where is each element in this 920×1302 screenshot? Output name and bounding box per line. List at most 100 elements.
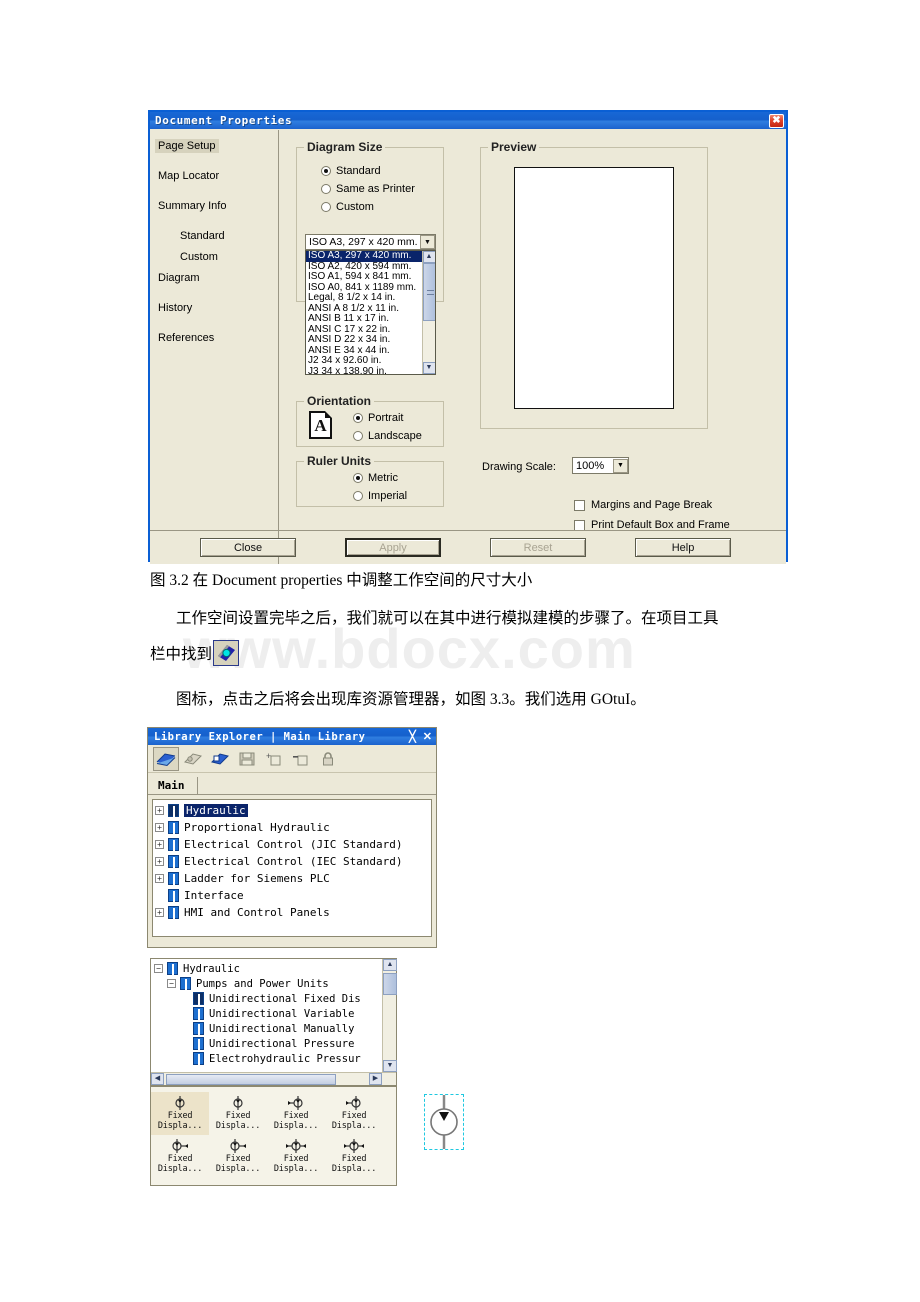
open-library-icon[interactable] xyxy=(153,746,179,771)
library-tree-secondary-rows[interactable]: − Hydraulic − Pumps and Power Units Unidirec… xyxy=(151,959,396,1085)
scroll-down-icon[interactable]: ▼ xyxy=(422,362,435,374)
scroll-left-icon[interactable]: ◀ xyxy=(151,1073,164,1085)
radio-landscape[interactable]: Landscape xyxy=(353,430,422,442)
library-explorer-titlebar[interactable]: Library Explorer | Main Library ╳ ✕ xyxy=(148,728,436,745)
radio-same-as-printer[interactable]: Same as Printer xyxy=(321,183,415,195)
symbol-label-line2: Displa... xyxy=(273,1164,319,1174)
tree-node[interactable]: Unidirectional Variable xyxy=(154,1006,396,1021)
scroll-right-icon[interactable]: ▶ xyxy=(369,1073,382,1085)
library-symbol-grid[interactable]: Fixed Displa... Fixed Displa... Fixed Displa.… xyxy=(150,1086,397,1186)
expand-icon[interactable]: + xyxy=(155,857,164,866)
tree-node[interactable]: + Electrical Control (IEC Standard) xyxy=(155,853,431,870)
reset-button[interactable]: Reset xyxy=(490,538,586,557)
chevron-down-icon[interactable]: ▼ xyxy=(420,235,435,249)
tree-node[interactable]: + Ladder for Siemens PLC xyxy=(155,870,431,887)
expand-icon[interactable]: + xyxy=(155,823,164,832)
radio-imperial-icon xyxy=(353,491,363,501)
drawing-scale-combo[interactable]: 100% ▼ xyxy=(572,457,629,474)
checkbox-margins-and-page-break[interactable]: Margins and Page Break xyxy=(574,499,712,511)
apply-button[interactable]: Apply xyxy=(345,538,441,557)
dialog-titlebar[interactable]: Document Properties ✖ xyxy=(150,112,786,129)
radio-standard[interactable]: Standard xyxy=(321,165,381,177)
tree-node[interactable]: + HMI and Control Panels xyxy=(155,904,431,921)
paper-size-option[interactable]: ANSI D 22 x 34 in. xyxy=(306,334,422,346)
nav-item-summary-info[interactable]: Summary Info xyxy=(155,199,229,213)
symbol-grid-cell[interactable]: Fixed Displa... xyxy=(209,1135,267,1178)
collapse-icon[interactable]: − xyxy=(154,964,163,973)
symbol-grid-cell[interactable]: Fixed Displa... xyxy=(325,1135,383,1178)
symbol-grid-cell[interactable]: Fixed Displa... xyxy=(151,1092,209,1135)
collapse-icon[interactable]: − xyxy=(167,979,176,988)
radio-portrait[interactable]: Portrait xyxy=(353,412,403,424)
tree-node-label: Electrical Control (JIC Standard) xyxy=(184,838,403,851)
close-button[interactable]: Close xyxy=(200,538,296,557)
nav-item-references[interactable]: References xyxy=(155,331,217,345)
tab-main[interactable]: Main xyxy=(152,777,198,794)
listbox-scroll-track[interactable] xyxy=(422,263,435,362)
tree-node[interactable]: + Hydraulic xyxy=(155,802,431,819)
help-button[interactable]: Help xyxy=(635,538,731,557)
tree-node[interactable]: Unidirectional Manually xyxy=(154,1021,396,1036)
radio-metric[interactable]: Metric xyxy=(353,472,398,484)
symbol-grid-cell[interactable]: Fixed Displa... xyxy=(267,1092,325,1135)
radio-imperial[interactable]: Imperial xyxy=(353,490,407,502)
dialog-title: Document Properties xyxy=(155,114,293,127)
new-library-icon[interactable] xyxy=(180,746,206,771)
listbox-scrollbar[interactable]: ▲ ▼ xyxy=(422,251,435,374)
expand-icon[interactable]: + xyxy=(155,806,164,815)
tree-node[interactable]: Electrohydraulic Pressur xyxy=(154,1051,396,1066)
symbol-grid-cell[interactable]: Fixed Displa... xyxy=(325,1092,383,1135)
paper-size-option[interactable]: J3 34 x 138.90 in. xyxy=(306,366,422,374)
tree-node-label: Unidirectional Pressure xyxy=(209,1037,355,1050)
nav-item-custom[interactable]: Custom xyxy=(177,250,221,264)
tree-node[interactable]: − Pumps and Power Units xyxy=(154,976,396,991)
nav-item-page-setup[interactable]: Page Setup xyxy=(155,139,219,153)
tree-node[interactable]: Unidirectional Pressure xyxy=(154,1036,396,1051)
pin-icon[interactable]: ╳ xyxy=(409,730,416,743)
save-library-icon[interactable] xyxy=(234,746,260,771)
close-icon[interactable]: ✕ xyxy=(423,730,432,743)
expand-icon[interactable]: + xyxy=(155,874,164,883)
library-tree[interactable]: + Hydraulic + Proportional Hydraulic + Electr… xyxy=(152,799,432,937)
nav-item-standard[interactable]: Standard xyxy=(177,229,228,243)
paper-size-option[interactable]: Legal, 8 1/2 x 14 in. xyxy=(306,292,422,304)
tree-node[interactable]: Interface xyxy=(155,887,431,904)
nav-item-history[interactable]: History xyxy=(155,301,195,315)
listbox-scroll-thumb[interactable] xyxy=(422,263,435,321)
horizontal-scroll-thumb[interactable] xyxy=(166,1073,336,1085)
vertical-scroll-thumb[interactable] xyxy=(383,973,397,995)
tree-node[interactable]: + Proportional Hydraulic xyxy=(155,819,431,836)
expand-icon[interactable]: + xyxy=(155,840,164,849)
radio-imperial-label: Imperial xyxy=(368,490,408,502)
lock-icon[interactable] xyxy=(315,746,341,771)
radio-custom[interactable]: Custom xyxy=(321,201,374,213)
nav-item-map-locator[interactable]: Map Locator xyxy=(155,169,222,183)
remove-item-icon[interactable] xyxy=(288,746,314,771)
add-item-icon[interactable]: + xyxy=(261,746,287,771)
paper-size-listbox[interactable]: ISO A3, 297 x 420 mm. ISO A2, 420 x 594 m… xyxy=(305,250,436,375)
nav-item-diagram[interactable]: Diagram xyxy=(155,271,203,285)
paper-size-combo[interactable]: ISO A3, 297 x 420 mm. ▼ xyxy=(305,234,436,250)
symbol-grid-cell[interactable]: Fixed Displa... xyxy=(151,1135,209,1178)
scroll-down-icon[interactable]: ▼ xyxy=(383,1060,397,1072)
library-explorer-toolbar-icon[interactable] xyxy=(213,640,240,666)
vertical-scrollbar[interactable]: ▲ ▼ xyxy=(382,959,397,1072)
scroll-up-icon[interactable]: ▲ xyxy=(383,959,397,971)
close-icon[interactable]: ✖ xyxy=(769,113,784,128)
chevron-down-icon[interactable]: ▼ xyxy=(613,458,628,473)
expand-icon[interactable]: + xyxy=(155,908,164,917)
tree-node[interactable]: − Hydraulic xyxy=(154,961,396,976)
paper-size-option[interactable]: ISO A1, 594 x 841 mm. xyxy=(306,271,422,283)
paper-size-option[interactable]: ISO A3, 297 x 420 mm. xyxy=(306,251,422,262)
library-node-icon xyxy=(193,1007,204,1020)
symbol-grid-cell[interactable]: Fixed Displa... xyxy=(209,1092,267,1135)
paper-size-option[interactable]: ANSI B 11 x 17 in. xyxy=(306,313,422,325)
symbol-grid-cell[interactable]: Fixed Displa... xyxy=(267,1135,325,1178)
edit-library-icon[interactable] xyxy=(207,746,233,771)
tree-node[interactable]: + Electrical Control (JIC Standard) xyxy=(155,836,431,853)
tree-node[interactable]: Unidirectional Fixed Dis xyxy=(154,991,396,1006)
scroll-up-icon[interactable]: ▲ xyxy=(422,251,435,263)
hydraulic-pump-symbol[interactable] xyxy=(424,1094,464,1150)
paper-size-option[interactable]: J2 34 x 92.60 in. xyxy=(306,355,422,367)
horizontal-scrollbar[interactable]: ◀ ▶ xyxy=(151,1072,396,1085)
